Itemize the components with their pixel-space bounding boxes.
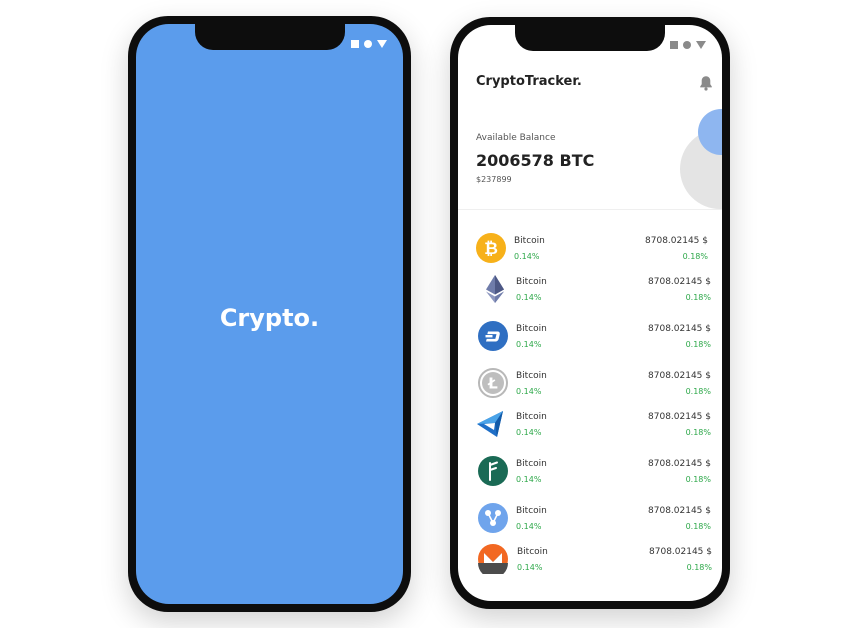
- coin-name: Bitcoin: [517, 547, 548, 557]
- triangle-icon: [696, 41, 706, 49]
- coin-price-change: 0.18%: [682, 252, 708, 261]
- coin-row[interactable]: ₿ Bitcoin 0.14% 8708.02145 $ 0.18%: [458, 233, 722, 267]
- coin-row[interactable]: Bitcoin 0.14% 8708.02145 $ 0.18%: [458, 409, 722, 443]
- coin-row[interactable]: Bitcoin 0.14% 8708.02145 $ 0.18%: [458, 274, 722, 308]
- litecoin-icon: Ł: [478, 368, 508, 398]
- bitcoin-icon: ₿: [476, 233, 506, 263]
- splash-screen: Crypto.: [136, 24, 403, 604]
- coin-change: 0.14%: [516, 522, 542, 531]
- coin-price-change: 0.18%: [686, 563, 712, 572]
- coin-price: 8708.02145 $: [648, 324, 711, 334]
- svg-text:₿: ₿: [484, 239, 498, 259]
- ripple-icon: [478, 503, 508, 533]
- splash-phone: Crypto.: [128, 16, 411, 612]
- coin-row[interactable]: Bitcoin 0.14% 8708.02145 $ 0.18%: [458, 456, 722, 490]
- phone-notch: [515, 25, 665, 51]
- tracker-screen: CryptoTracker. Available Balance 2006578…: [458, 25, 722, 601]
- coin-name: Bitcoin: [516, 277, 547, 287]
- coin-price: 8708.02145 $: [648, 412, 711, 422]
- coin-change: 0.14%: [516, 387, 542, 396]
- factom-icon: [478, 456, 508, 486]
- coin-price: 8708.02145 $: [649, 547, 712, 557]
- status-bar-icons: [351, 40, 387, 48]
- coin-row[interactable]: Bitcoin 0.14% 8708.02145 $ 0.18%: [458, 544, 722, 578]
- coin-name: Bitcoin: [514, 236, 545, 246]
- circle-icon: [364, 40, 372, 48]
- coin-change: 0.14%: [516, 428, 542, 437]
- coin-list: ₿ Bitcoin 0.14% 8708.02145 $ 0.18% Bitco…: [458, 25, 722, 601]
- triangle-icon: [377, 40, 387, 48]
- coin-price: 8708.02145 $: [648, 506, 711, 516]
- dash-icon: [478, 321, 508, 351]
- coin-price-change: 0.18%: [685, 475, 711, 484]
- maidsafe-icon: [475, 409, 505, 439]
- status-bar-icons: [670, 41, 706, 49]
- coin-name: Bitcoin: [516, 324, 547, 334]
- coin-name: Bitcoin: [516, 371, 547, 381]
- coin-price: 8708.02145 $: [648, 371, 711, 381]
- ethereum-icon: [480, 274, 510, 304]
- square-icon: [351, 40, 359, 48]
- coin-price-change: 0.18%: [685, 293, 711, 302]
- coin-price-change: 0.18%: [685, 387, 711, 396]
- circle-icon: [683, 41, 691, 49]
- coin-price: 8708.02145 $: [648, 459, 711, 469]
- splash-title: Crypto.: [219, 304, 320, 332]
- coin-change: 0.14%: [514, 252, 540, 261]
- coin-price-change: 0.18%: [685, 522, 711, 531]
- tracker-phone: CryptoTracker. Available Balance 2006578…: [450, 17, 730, 609]
- coin-price-change: 0.18%: [685, 340, 711, 349]
- coin-name: Bitcoin: [516, 506, 547, 516]
- svg-text:Ł: Ł: [487, 375, 498, 393]
- phone-notch: [194, 24, 345, 50]
- coin-price-change: 0.18%: [685, 428, 711, 437]
- square-icon: [670, 41, 678, 49]
- coin-row[interactable]: Bitcoin 0.14% 8708.02145 $ 0.18%: [458, 503, 722, 537]
- coin-price: 8708.02145 $: [645, 236, 708, 246]
- coin-row[interactable]: Bitcoin 0.14% 8708.02145 $ 0.18%: [458, 321, 722, 355]
- coin-change: 0.14%: [516, 475, 542, 484]
- coin-name: Bitcoin: [516, 412, 547, 422]
- coin-row[interactable]: Ł Bitcoin 0.14% 8708.02145 $ 0.18%: [458, 368, 722, 402]
- coin-change: 0.14%: [516, 293, 542, 302]
- coin-name: Bitcoin: [516, 459, 547, 469]
- coin-change: 0.14%: [516, 340, 542, 349]
- coin-price: 8708.02145 $: [648, 277, 711, 287]
- coin-change: 0.14%: [517, 563, 543, 572]
- monero-icon: [478, 544, 508, 574]
